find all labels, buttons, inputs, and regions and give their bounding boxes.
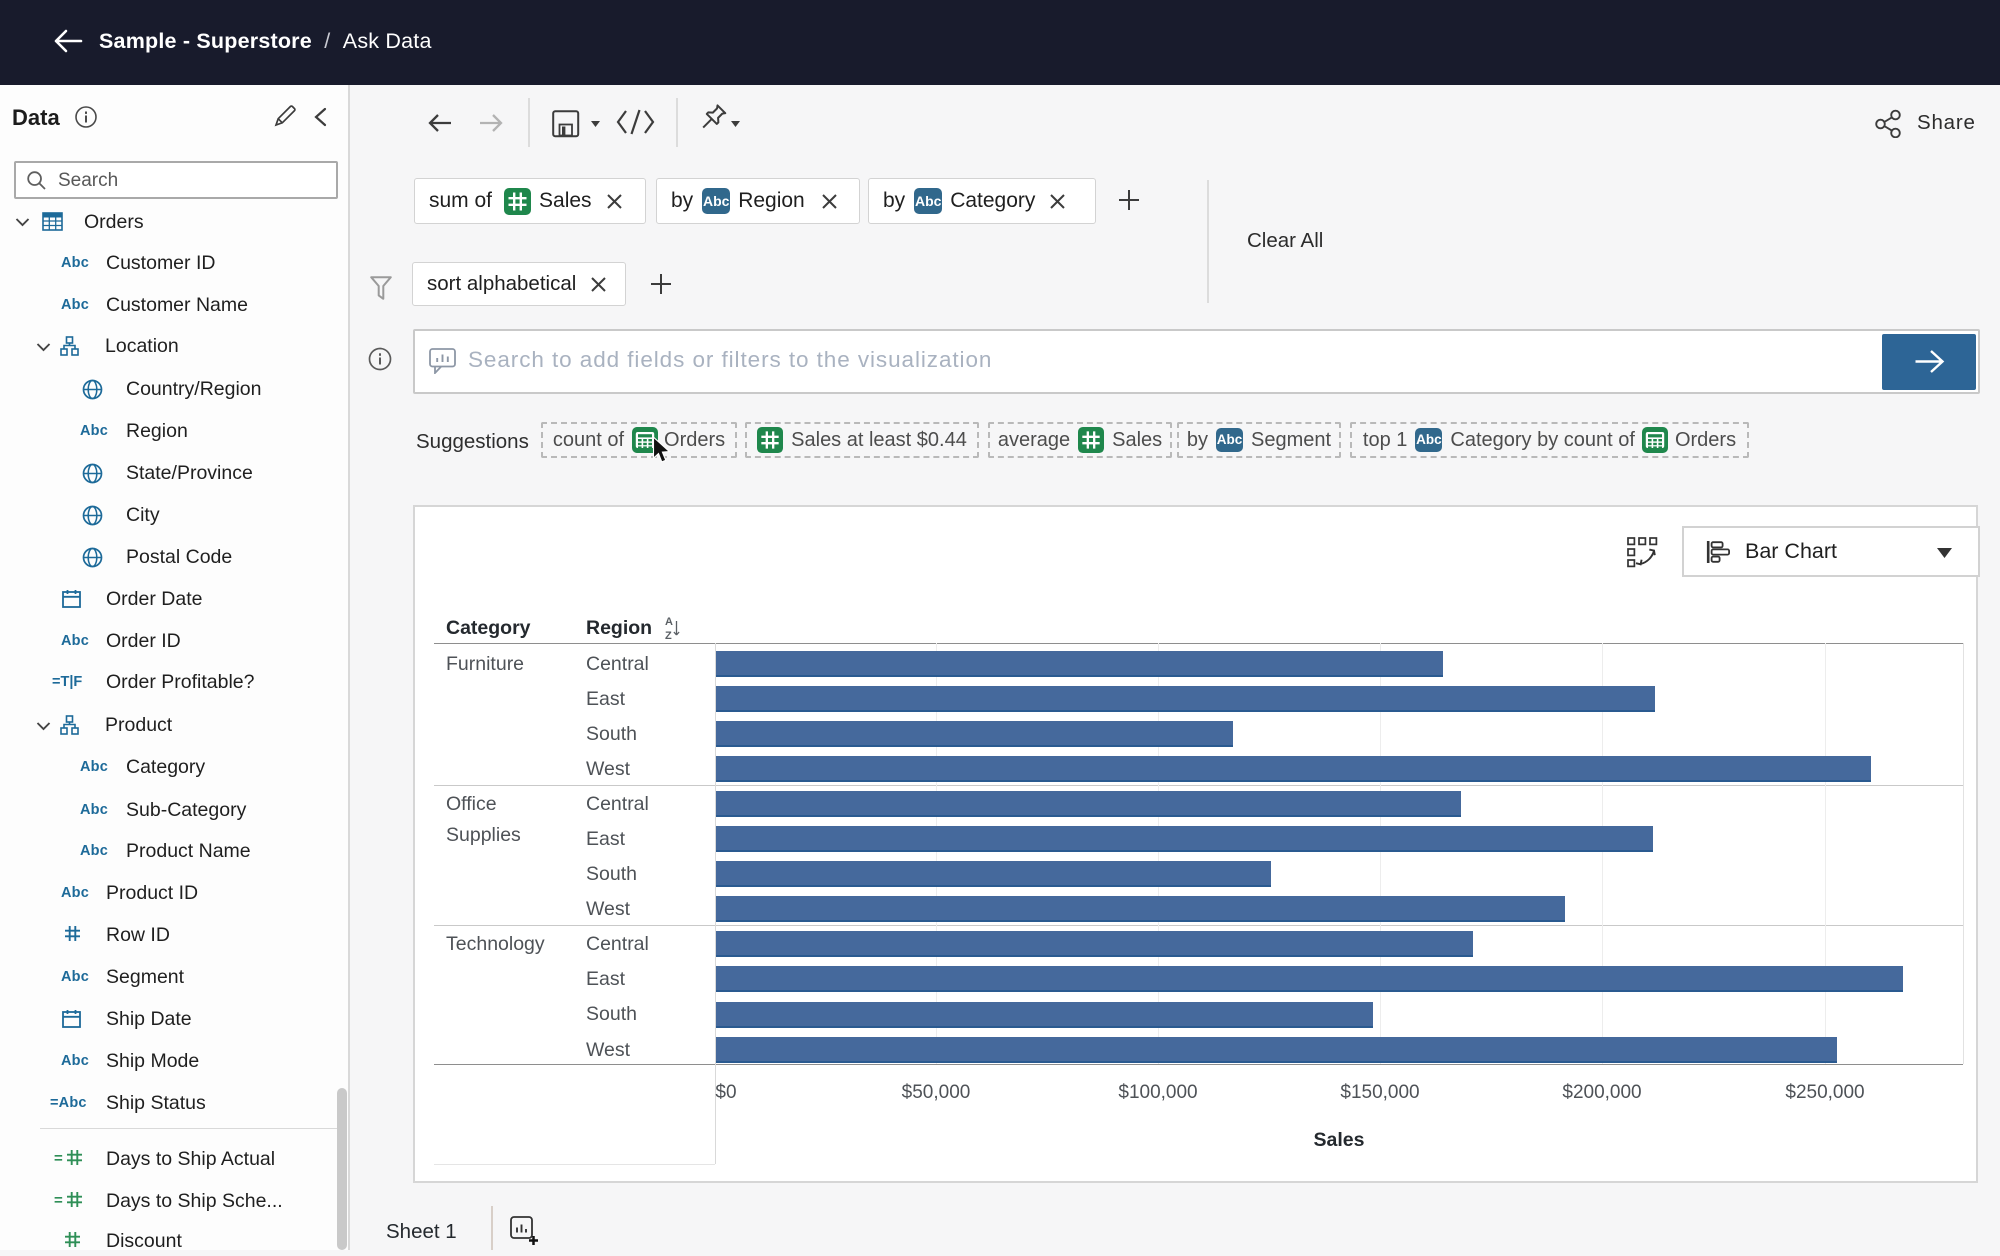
svg-text:A: A <box>665 616 673 628</box>
svg-text:Z: Z <box>665 630 672 642</box>
